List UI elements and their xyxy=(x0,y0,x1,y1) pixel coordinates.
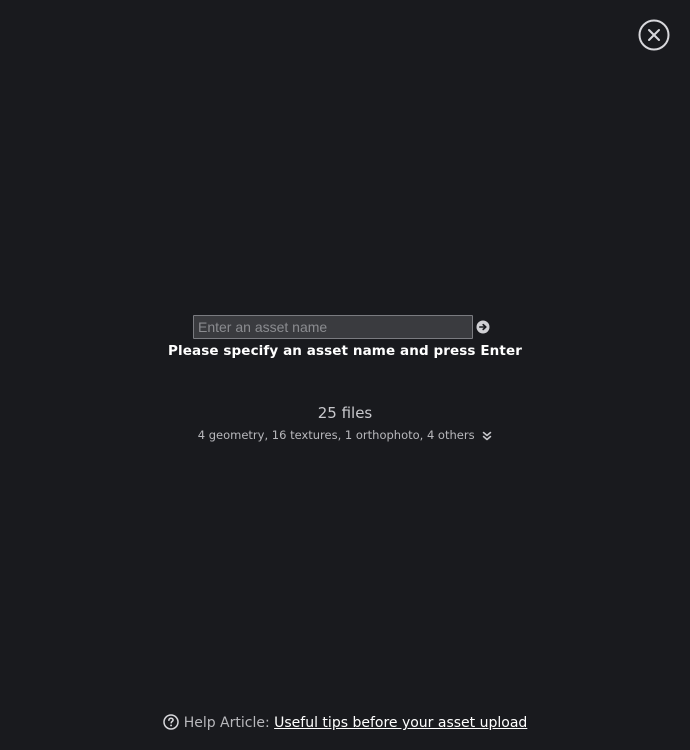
files-summary-row: 4 geometry, 16 textures, 1 orthophoto, 4… xyxy=(0,428,690,442)
arrow-right-circle-icon xyxy=(476,320,490,334)
close-button[interactable] xyxy=(638,19,670,51)
asset-name-input[interactable] xyxy=(193,315,473,339)
asset-name-hint: Please specify an asset name and press E… xyxy=(168,343,522,359)
submit-asset-name-button[interactable] xyxy=(476,320,490,334)
help-article-link[interactable]: Useful tips before your asset upload xyxy=(274,715,527,731)
files-summary: 4 geometry, 16 textures, 1 orthophoto, 4… xyxy=(197,428,475,442)
question-circle-icon xyxy=(162,714,179,730)
asset-name-row xyxy=(193,315,493,339)
expand-files-toggle[interactable] xyxy=(482,431,492,441)
help-prefix: Help Article: xyxy=(183,715,270,731)
files-count: 25 files xyxy=(317,404,373,422)
chevron-double-down-icon xyxy=(482,431,492,441)
help-row: Help Article: Useful tips before your as… xyxy=(0,714,690,731)
close-icon xyxy=(638,19,670,51)
